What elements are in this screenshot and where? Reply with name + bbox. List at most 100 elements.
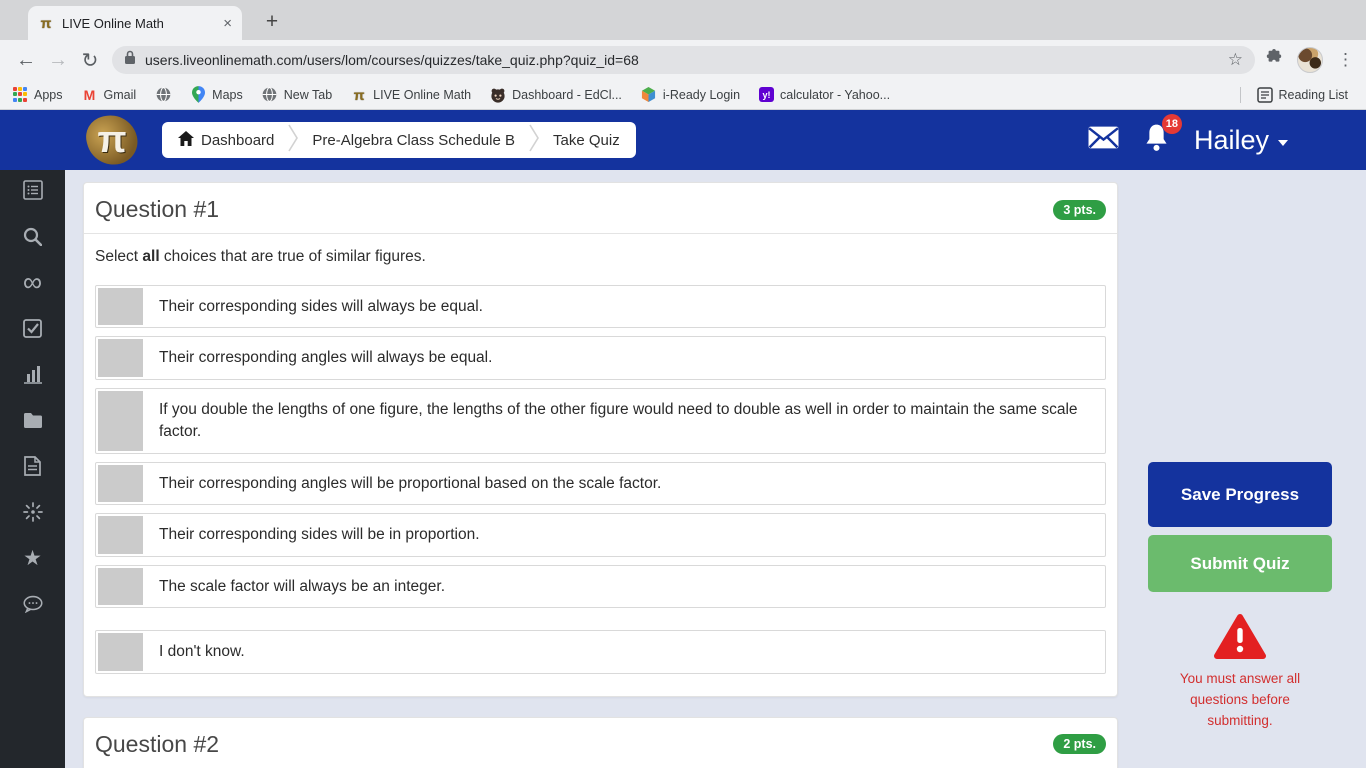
url-text: users.liveonlinemath.com/users/lom/cours… xyxy=(145,52,639,68)
left-sidebar: ∞ ★ xyxy=(0,170,65,768)
choice-row[interactable]: Their corresponding sides will always be… xyxy=(95,285,1106,329)
choice-checkbox[interactable] xyxy=(98,633,143,671)
breadcrumb-class-schedule[interactable]: Pre-Algebra Class Schedule B xyxy=(312,132,515,149)
prompt-text: choices that are true of similar figures… xyxy=(159,248,426,265)
question-2-header: Question #2 2 pts. xyxy=(84,718,1117,768)
forward-icon[interactable]: → xyxy=(42,49,74,72)
reading-list-label: Reading List xyxy=(1278,87,1349,102)
site-logo[interactable]: π xyxy=(81,109,143,171)
choice-checkbox[interactable] xyxy=(98,339,143,377)
extensions-puzzle-icon[interactable] xyxy=(1265,48,1283,72)
question-1-header: Question #1 3 pts. xyxy=(84,183,1117,233)
bookmark-globe[interactable] xyxy=(155,87,171,103)
bookmark-maps[interactable]: Maps xyxy=(190,86,243,103)
choice-row[interactable]: The scale factor will always be an integ… xyxy=(95,564,1106,609)
list-icon[interactable] xyxy=(22,180,43,200)
choice-label: Their corresponding sides will always be… xyxy=(159,298,483,315)
bookmark-yahoo-calculator[interactable]: y! calculator - Yahoo... xyxy=(759,87,890,102)
question-1-prompt: Select all choices that are true of simi… xyxy=(95,248,1106,266)
bookmark-new-tab[interactable]: New Tab xyxy=(262,87,332,103)
choice-checkbox[interactable] xyxy=(98,567,143,606)
chevron-right-icon xyxy=(528,121,540,159)
choice-label: Their corresponding sides will be in pro… xyxy=(159,526,480,544)
chevron-right-icon xyxy=(287,121,299,159)
bookmark-label: Apps xyxy=(34,87,63,102)
mail-icon[interactable] xyxy=(1088,126,1119,154)
browser-menu-icon[interactable]: ⋮ xyxy=(1337,50,1354,70)
tab-title: LIVE Online Math xyxy=(62,15,164,31)
question-1-body: Select all choices that are true of simi… xyxy=(84,234,1117,696)
submit-quiz-label: Submit Quiz xyxy=(1190,553,1290,573)
choice-label: Their corresponding angles will be propo… xyxy=(159,474,662,492)
choice-label: If you double the lengths of one figure,… xyxy=(159,400,1078,441)
save-progress-label: Save Progress xyxy=(1180,484,1300,504)
lock-icon xyxy=(124,50,136,70)
bookmark-star-icon[interactable]: ☆ xyxy=(1228,50,1243,70)
yahoo-icon: y! xyxy=(759,87,775,102)
bookmark-gmail[interactable]: M Gmail xyxy=(82,87,137,103)
checkbox-check-icon[interactable] xyxy=(23,318,43,338)
user-menu[interactable]: Hailey xyxy=(1194,125,1288,156)
prompt-text: Select xyxy=(95,248,143,265)
bookmark-label: LIVE Online Math xyxy=(373,87,472,102)
bookmark-live-online-math[interactable]: π LIVE Online Math xyxy=(351,87,471,103)
logo-pi-glyph: π xyxy=(97,118,127,161)
warning-text: You must answer all questions before sub… xyxy=(1179,671,1301,728)
bookmark-label: calculator - Yahoo... xyxy=(780,87,891,102)
document-icon[interactable] xyxy=(23,456,43,476)
choice-row[interactable]: If you double the lengths of one figure,… xyxy=(95,387,1106,454)
back-icon[interactable]: ← xyxy=(10,49,42,72)
bar-chart-icon[interactable] xyxy=(23,364,43,384)
choice-row[interactable]: Their corresponding angles will be propo… xyxy=(95,461,1106,506)
bookmark-apps[interactable]: Apps xyxy=(12,86,63,103)
question-card-2: Question #2 2 pts. xyxy=(83,716,1118,768)
profile-avatar[interactable] xyxy=(1297,47,1323,73)
choice-checkbox[interactable] xyxy=(98,390,143,451)
choice-checkbox[interactable] xyxy=(98,464,143,503)
star-icon[interactable]: ★ xyxy=(23,547,43,570)
save-progress-button[interactable]: Save Progress xyxy=(1148,462,1332,527)
reload-icon[interactable]: ↻ xyxy=(74,48,106,73)
bookmark-iready-login[interactable]: i-Ready Login xyxy=(641,86,740,103)
infinity-icon[interactable]: ∞ xyxy=(23,267,43,297)
question-card-1: Question #1 3 pts. Select all choices th… xyxy=(83,182,1118,697)
iready-cube-icon xyxy=(641,86,657,103)
browser-tab[interactable]: π LIVE Online Math × xyxy=(28,6,242,40)
home-icon xyxy=(178,130,194,150)
globe-icon xyxy=(155,87,171,103)
chevron-down-icon xyxy=(1278,140,1288,146)
chat-bubble-icon[interactable] xyxy=(22,594,43,614)
choice-row[interactable]: I don't know. xyxy=(95,630,1106,674)
apps-grid-icon xyxy=(12,86,28,103)
choice-checkbox[interactable] xyxy=(98,288,143,326)
breadcrumb-label: Dashboard xyxy=(201,131,275,149)
new-tab-button[interactable]: + xyxy=(258,8,286,36)
tab-close-icon[interactable]: × xyxy=(223,15,232,32)
submit-quiz-button[interactable]: Submit Quiz xyxy=(1148,535,1332,592)
site-favicon-icon: π xyxy=(40,15,52,31)
reading-list-icon xyxy=(1256,86,1273,103)
site-header: π Dashboard Pre-Algebra Class Schedule B… xyxy=(0,109,1366,171)
address-bar[interactable]: users.liveonlinemath.com/users/lom/cours… xyxy=(112,46,1255,74)
globe-icon xyxy=(262,87,278,103)
notifications-bell-icon[interactable]: 18 xyxy=(1143,114,1182,157)
choice-row[interactable]: Their corresponding angles will always b… xyxy=(95,336,1106,380)
maps-pin-icon xyxy=(190,86,206,103)
choice-label: I don't know. xyxy=(159,643,245,661)
breadcrumb-take-quiz[interactable]: Take Quiz xyxy=(553,132,620,149)
sparkle-burst-icon[interactable] xyxy=(22,502,43,522)
folder-icon[interactable] xyxy=(23,410,43,430)
bookmarks-divider xyxy=(1239,86,1241,103)
choice-label: Their corresponding angles will always b… xyxy=(159,349,493,367)
bookmark-edclub-dashboard[interactable]: Dashboard - EdCl... xyxy=(490,87,622,103)
reading-list-button[interactable]: Reading List xyxy=(1256,86,1349,103)
search-icon[interactable] xyxy=(23,226,43,246)
user-name: Hailey xyxy=(1193,124,1269,155)
breadcrumb-dashboard[interactable]: Dashboard xyxy=(178,130,275,150)
choice-checkbox[interactable] xyxy=(98,516,143,554)
question-2-points-badge: 2 pts. xyxy=(1053,734,1106,755)
browser-toolbar: ← → ↻ users.liveonlinemath.com/users/lom… xyxy=(0,40,1366,80)
notification-count-badge: 18 xyxy=(1161,114,1182,134)
choice-row[interactable]: Their corresponding sides will be in pro… xyxy=(95,513,1106,557)
bee-pi-icon: π xyxy=(353,86,365,103)
